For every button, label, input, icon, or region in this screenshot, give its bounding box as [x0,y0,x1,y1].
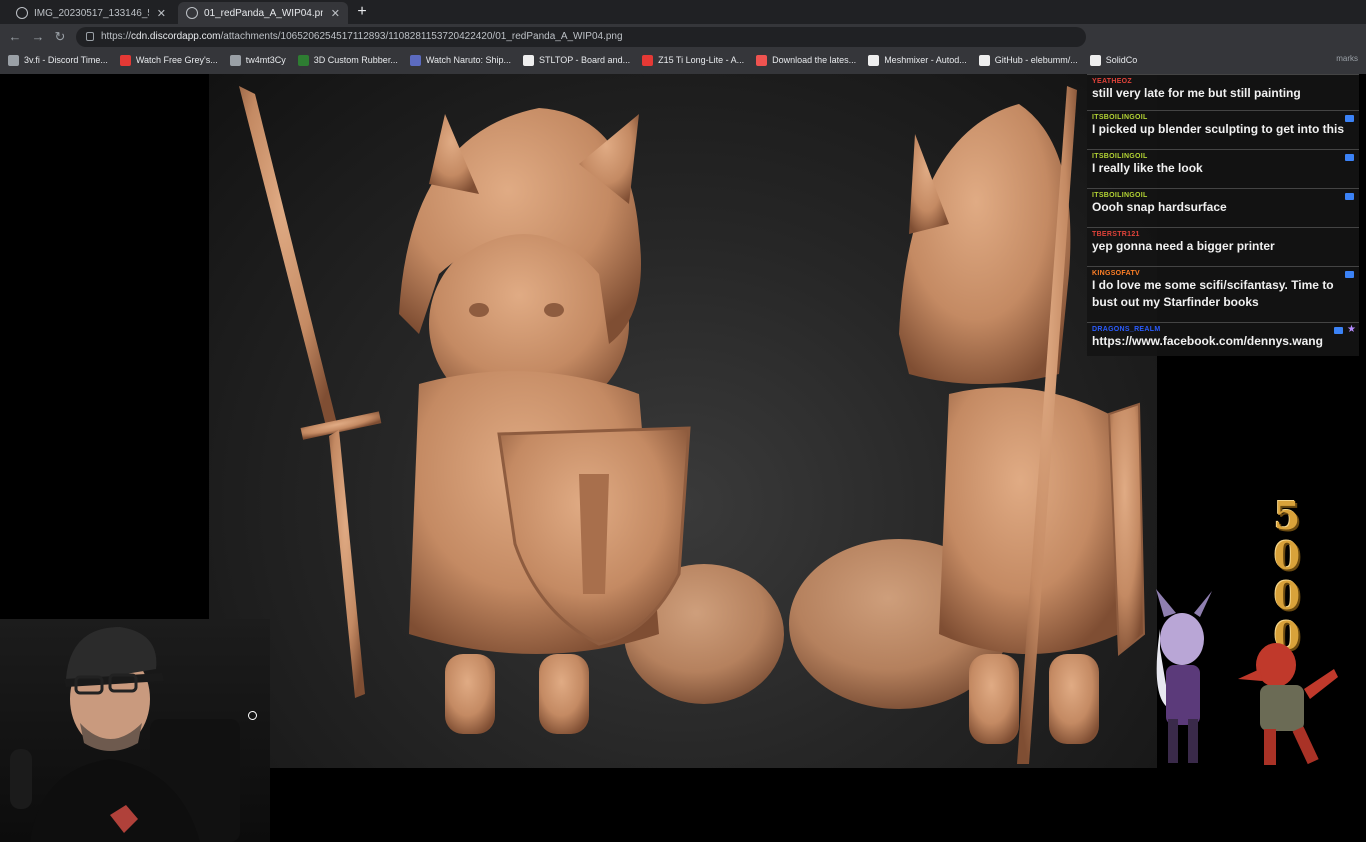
bookmark-favicon-icon [8,54,19,66]
webcam-feed [0,619,270,842]
counter-digit: 5 [1273,493,1301,538]
address-bar[interactable]: https://cdn.discordapp.com/attachments/1… [76,27,1086,47]
bookmark-label: Watch Naruto: Ship... [425,55,512,65]
star-badge-icon: ★ [1347,324,1356,335]
bookmark-favicon-icon [756,54,768,66]
url-host: cdn.discordapp.com [131,31,221,42]
bookmark-favicon-icon [642,54,654,66]
bookmark-label: Download the lates... [772,55,857,65]
chat-username: ITSBOILINGOIL [1092,192,1148,199]
chat-text: I do love me some scifi/scifantasy. Time… [1092,278,1334,309]
bookmarks-bar: 3v.fi - Discord Time... Watch Free Grey's… [0,50,1366,70]
chat-message: ITSBOILINGOIL I picked up blender sculpti… [1087,110,1359,149]
chat-text: https://www.facebook.com/dennys.wang [1092,334,1323,348]
streamer-webcam-image [10,627,240,842]
chat-message: TBERSTR121 yep gonna need a bigger printe… [1087,227,1359,266]
url-text: https://cdn.discordapp.com/attachments/1… [101,31,623,42]
chat-username: KINGSOFATV [1092,270,1140,277]
globe-icon [186,7,198,19]
tab-redpanda-png[interactable]: 01_redPanda_A_WIP04.png (192… ✕ [178,2,348,24]
bookmark-favicon-icon [119,54,131,66]
kobold-mascot [1238,643,1338,765]
bookmark-item[interactable]: 3v.fi - Discord Time... [8,54,108,66]
bookmark-item[interactable]: Watch Naruto: Ship... [409,54,512,66]
bookmark-favicon-icon [1089,54,1101,66]
lock-icon [86,32,94,41]
chat-text: I really like the look [1092,161,1203,175]
subscriber-badge-icon [1345,271,1354,278]
bookmark-label: 3D Custom Rubber... [313,55,398,65]
subscriber-badge-icon [1334,327,1343,334]
tab-strip: IMG_20230517_133146_599.jpg ✕ 01_redPand… [0,0,1366,24]
chat-username: DRAGONS_REALM [1092,326,1161,333]
chat-username: TBERSTR121 [1092,231,1140,238]
tab-label: 01_redPanda_A_WIP04.png (192… [204,7,323,19]
browser-chrome: IMG_20230517_133146_599.jpg ✕ 01_redPand… [0,0,1366,74]
chat-username: ITSBOILINGOIL [1092,153,1148,160]
bookmark-item[interactable]: Download the lates... [756,54,857,66]
chat-text: I picked up blender sculpting to get int… [1092,122,1345,136]
chat-overlay: YEATHEOZ still very late for me but still… [1087,74,1359,356]
bookmark-favicon-icon [297,54,309,66]
chat-text: yep gonna need a bigger printer [1092,239,1275,253]
bookmark-label: tw4mt3Cy [245,55,286,65]
subscriber-badge-icon [1345,115,1354,122]
bookmark-favicon-icon [978,54,990,66]
bookmark-label: 3v.fi - Discord Time... [24,55,108,65]
figure-front-view [239,86,784,734]
chat-username: YEATHEOZ [1092,78,1132,85]
chat-message: YEATHEOZ still very late for me but still… [1087,74,1359,110]
bookmark-favicon-icon [229,54,241,66]
sculpt-render-image [209,74,1157,768]
bookmark-item[interactable]: tw4mt3Cy [229,54,286,66]
chat-message: ITSBOILINGOIL Oooh snap hardsurface [1087,188,1359,227]
all-bookmarks-label[interactable]: marks [1336,54,1358,63]
bookmark-label: Meshmixer - Autod... [884,55,967,65]
chat-message: ITSBOILINGOIL I really like the look [1087,149,1359,188]
bookmark-item[interactable]: STLTOP - Board and... [523,54,631,66]
bookmark-label: STLTOP - Board and... [539,55,631,65]
address-bar-row: ← → ↻ https://cdn.discordapp.com/attachm… [0,24,1366,50]
character-mascots-illustration [1156,589,1338,765]
chat-message: DRAGONS_REALM https://www.facebook.com/de… [1087,322,1359,356]
bookmark-favicon-icon [409,54,421,66]
bookmark-item[interactable]: SolidCo [1089,54,1138,66]
chat-message: KINGSOFATV I do love me some scifi/scifan… [1087,266,1359,322]
bookmark-label: SolidCo [1105,55,1138,65]
forward-button[interactable]: → [30,29,46,45]
chat-username: ITSBOILINGOIL [1092,114,1148,121]
bookmark-item[interactable]: GitHub - elebumm/... [978,54,1078,66]
bookmark-item[interactable]: Z15 Ti Long-Lite - A... [642,54,745,66]
back-button[interactable]: ← [7,29,23,45]
url-path: /attachments/1065206254517112893/1108281… [220,31,623,42]
bookmark-item[interactable]: 3D Custom Rubber... [297,54,398,66]
reload-button[interactable]: ↻ [52,29,68,45]
bookmark-item[interactable]: Meshmixer - Autod... [868,54,967,66]
subscriber-badge-icon [1345,154,1354,161]
bookmark-label: Z15 Ti Long-Lite - A... [658,55,745,65]
mouse-cursor-icon [248,711,257,720]
tiefling-mascot [1156,589,1212,763]
tab-image-jpg[interactable]: IMG_20230517_133146_599.jpg ✕ [8,2,174,24]
bookmark-label: GitHub - elebumm/... [994,55,1078,65]
bookmark-favicon-icon [523,54,535,66]
subscriber-badge-icon [1345,193,1354,200]
bookmark-item[interactable]: Watch Free Grey's... [119,54,218,66]
new-tab-button[interactable]: + [352,3,372,21]
bookmark-label: Watch Free Grey's... [135,55,218,65]
red-panda-sculpt-illustration [239,86,1146,764]
bookmark-favicon-icon [868,54,880,66]
close-tab-icon[interactable]: ✕ [157,7,166,20]
stream-canvas: 5 0 0 0 YEATHEOZ still very late for me b… [0,74,1366,842]
chat-text: still very late for me but still paintin… [1092,86,1301,100]
tab-label: IMG_20230517_133146_599.jpg [34,7,149,19]
globe-icon [16,7,28,19]
close-tab-icon[interactable]: ✕ [331,7,340,20]
chat-text: Oooh snap hardsurface [1092,200,1227,214]
